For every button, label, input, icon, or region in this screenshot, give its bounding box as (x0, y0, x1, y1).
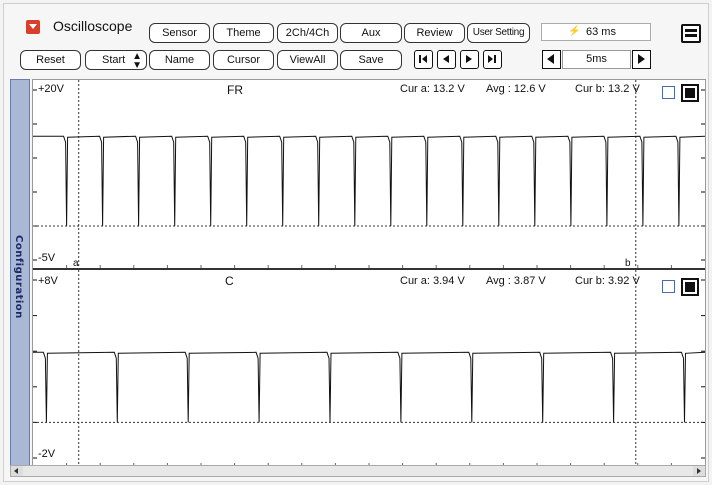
aux-button[interactable]: Aux (340, 23, 402, 43)
start-button-label: Start (102, 54, 126, 66)
refresh-time-value: 63 ms (586, 26, 616, 38)
prev-icon[interactable] (437, 50, 456, 69)
hamburger-menu-icon[interactable] (681, 24, 701, 43)
last-icon[interactable] (483, 50, 502, 69)
channel-panel-c: +8V -2V C Cur a: 3.94 V Avg : 3.87 V Cur… (33, 270, 705, 466)
channel-fr-scale-bottom: -5V (38, 252, 56, 264)
channel-c-toggle-icon[interactable] (681, 278, 699, 296)
oscilloscope-window: Oscilloscope Sensor Theme 2Ch/4Ch Aux Re… (3, 3, 709, 482)
scroll-right-icon[interactable] (693, 466, 705, 476)
user-setting-button[interactable]: User Setting (467, 23, 530, 43)
timebase-increase-icon[interactable] (632, 50, 651, 69)
plot-area: +20V -5V FR Cur a: 13.2 V Avg : 12.6 V C… (32, 79, 706, 467)
channel-fr-avg: Avg : 12.6 V (486, 83, 546, 95)
save-button[interactable]: Save (340, 50, 402, 70)
refresh-time-display: ⚡ 63 ms (541, 23, 651, 41)
name-button[interactable]: Name (149, 50, 210, 70)
channel-c-avg: Avg : 3.87 V (486, 275, 546, 287)
reset-button[interactable]: Reset (20, 50, 81, 70)
configuration-tab[interactable]: Configuration (10, 79, 30, 467)
review-button[interactable]: Review (404, 23, 465, 43)
channel-panel-fr: +20V -5V FR Cur a: 13.2 V Avg : 12.6 V C… (33, 80, 705, 269)
scroll-left-icon[interactable] (11, 466, 23, 476)
waveform-trace (33, 135, 705, 227)
timebase-value[interactable]: 5ms (562, 50, 631, 69)
channel-fr-cur-a: Cur a: 13.2 V (400, 83, 465, 95)
cursor-button[interactable]: Cursor (213, 50, 274, 70)
channel-fr-scale-top: +20V (38, 83, 64, 95)
channel-fr-cur-b: Cur b: 13.2 V (575, 83, 640, 95)
sensor-button[interactable]: Sensor (149, 23, 210, 43)
channel-fr-checkbox[interactable] (662, 86, 675, 99)
channel-c-scale-top: +8V (38, 275, 58, 287)
channel-fr-plot[interactable] (33, 80, 705, 268)
theme-button[interactable]: Theme (213, 23, 274, 43)
channel-c-plot[interactable] (33, 270, 705, 466)
horizontal-scrollbar[interactable] (10, 465, 706, 477)
spinner-icon[interactable]: ▲ ▼ (132, 50, 142, 71)
toolbar-top: Oscilloscope Sensor Theme 2Ch/4Ch Aux Re… (4, 12, 710, 43)
channel-c-checkbox[interactable] (662, 280, 675, 293)
start-button[interactable]: Start ▲ ▼ (85, 50, 147, 71)
app-menu-icon[interactable] (26, 20, 40, 34)
channel-fr-toggle-icon[interactable] (681, 84, 699, 102)
app-title: Oscilloscope (53, 18, 133, 34)
channel-c-cur-a: Cur a: 3.94 V (400, 275, 465, 287)
channel-c-name: C (225, 274, 234, 288)
bolt-icon: ⚡ (568, 26, 581, 37)
next-icon[interactable] (460, 50, 479, 69)
first-icon[interactable] (414, 50, 433, 69)
configuration-tab-label: Configuration (13, 235, 24, 319)
viewall-button[interactable]: ViewAll (277, 50, 338, 70)
channel-fr-name: FR (227, 83, 243, 97)
channels-button[interactable]: 2Ch/4Ch (277, 23, 338, 43)
channel-c-cur-b: Cur b: 3.92 V (575, 275, 640, 287)
waveform-trace (33, 351, 705, 423)
channel-c-scale-bottom: -2V (38, 448, 56, 460)
timebase-decrease-icon[interactable] (542, 50, 561, 69)
